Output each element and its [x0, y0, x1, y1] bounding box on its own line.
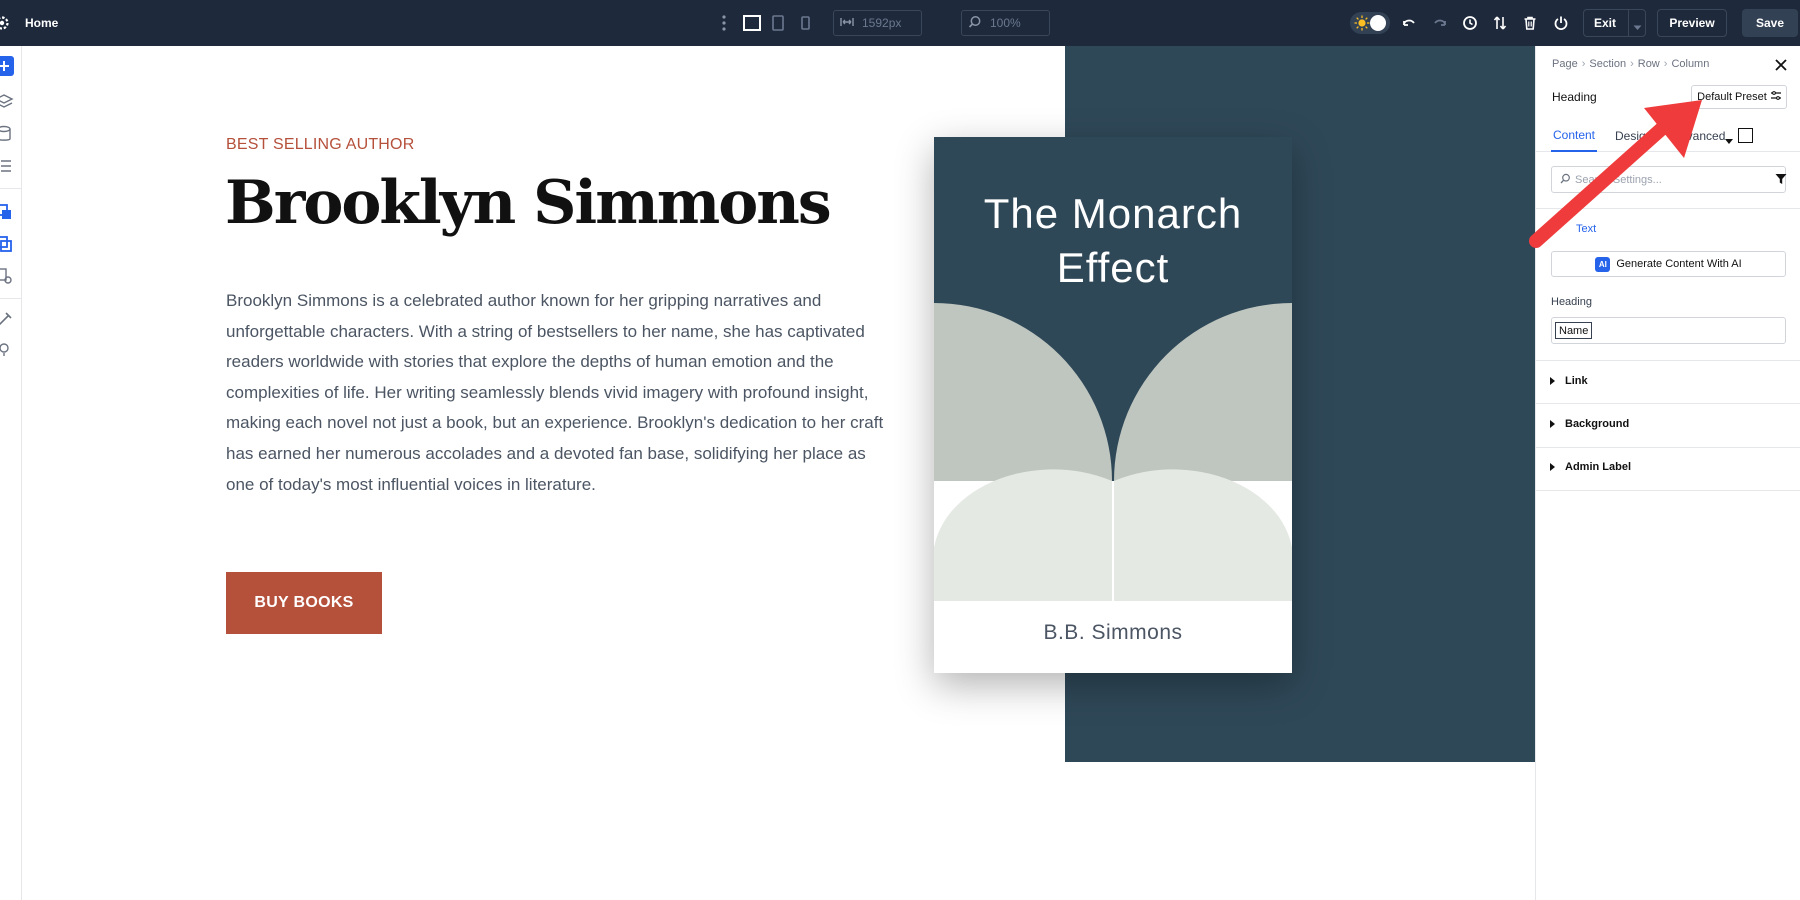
accordion-link[interactable]: Link: [1550, 371, 1588, 391]
book-title-line: The Monarch: [983, 190, 1243, 237]
accordion-label: Link: [1565, 375, 1588, 387]
sort-icon[interactable]: [1489, 12, 1511, 34]
tools-icon[interactable]: [0, 310, 14, 330]
exit-divider: [1628, 10, 1629, 36]
list-icon[interactable]: [0, 156, 14, 176]
copy-icon[interactable]: [0, 234, 14, 254]
page-canvas: BEST SELLING AUTHOR Brooklyn Simmons Bro…: [22, 46, 1535, 900]
divider: [1536, 360, 1800, 361]
tab-advanced[interactable]: Advanced: [1672, 120, 1725, 152]
preset-selector[interactable]: Default Preset: [1691, 85, 1787, 109]
toggle-knob: [1370, 15, 1386, 31]
author-heading[interactable]: Brooklyn Simmons: [225, 168, 832, 238]
undo-icon[interactable]: [1398, 12, 1420, 34]
caret-right-icon: [1550, 377, 1555, 385]
save-button[interactable]: Save: [1742, 9, 1798, 37]
chevron-right-icon: ›: [1630, 58, 1634, 70]
search-placeholder: Search Settings...: [1575, 173, 1662, 186]
divider: [1536, 208, 1800, 209]
breadcrumb-item[interactable]: Section: [1589, 58, 1626, 70]
filter-icon[interactable]: [1774, 172, 1788, 186]
panel-title: Heading: [1552, 90, 1597, 104]
panel-tabs: Content Design Advanced: [1536, 120, 1800, 152]
settings-panel: Page › Section › Row › Column Heading De…: [1535, 46, 1800, 900]
divider: [1536, 403, 1800, 404]
modules-icon[interactable]: [0, 202, 14, 222]
width-icon: [840, 16, 854, 31]
sun-icon: [1354, 15, 1370, 31]
preset-label: Default Preset: [1697, 91, 1767, 103]
trash-icon[interactable]: [1519, 12, 1541, 34]
exit-button[interactable]: Exit: [1583, 9, 1646, 37]
settings-search[interactable]: Search Settings...: [1551, 166, 1788, 193]
desktop-icon[interactable]: [742, 13, 762, 33]
buy-books-button[interactable]: BUY BOOKS: [226, 572, 382, 634]
book-author: B.B. Simmons: [1043, 621, 1183, 644]
eyebrow-text: BEST SELLING AUTHOR: [226, 136, 415, 153]
canvas-width-field[interactable]: 1592px: [833, 10, 922, 36]
breadcrumb-item[interactable]: Column: [1671, 58, 1709, 70]
theme-toggle[interactable]: [1350, 12, 1390, 34]
search-page-icon[interactable]: [0, 266, 14, 286]
zoom-icon: [968, 15, 982, 32]
breadcrumb-item[interactable]: Row: [1638, 58, 1660, 70]
tab-design[interactable]: Design: [1615, 120, 1652, 152]
tablet-icon[interactable]: [768, 13, 788, 33]
exit-label: Exit: [1594, 16, 1617, 30]
divider: [1536, 447, 1800, 448]
phone-icon[interactable]: [795, 13, 815, 33]
history-icon[interactable]: [1459, 12, 1481, 34]
plus-icon[interactable]: [0, 56, 14, 76]
preset-settings-icon: [1770, 91, 1781, 103]
chevron-down-icon[interactable]: [1633, 20, 1642, 34]
database-icon[interactable]: [0, 124, 14, 144]
box-icon[interactable]: [1738, 128, 1753, 143]
width-value: 1592px: [862, 16, 902, 30]
sidebar-divider: [0, 188, 21, 189]
author-bio: Brooklyn Simmons is a celebrated author …: [226, 291, 884, 494]
book-cover: The Monarch Effect B.B. Simmons: [934, 137, 1292, 673]
chevron-right-icon: ›: [1663, 58, 1668, 70]
left-sidebar: [0, 46, 22, 900]
search-icon: [1560, 173, 1571, 187]
sidebar-divider: [0, 298, 21, 299]
page-label[interactable]: Home: [25, 0, 58, 46]
zoom-field[interactable]: 100%: [961, 10, 1050, 36]
help-icon[interactable]: [0, 340, 14, 360]
power-icon[interactable]: [1550, 12, 1572, 34]
caret-down-icon[interactable]: [1725, 132, 1733, 150]
layers-icon[interactable]: [0, 92, 14, 112]
ai-icon: AI: [1595, 256, 1611, 272]
accordion-label: Admin Label: [1565, 461, 1632, 473]
dynamic-content-chip[interactable]: Name: [1555, 322, 1593, 339]
generate-ai-label: Generate Content With AI: [1616, 258, 1742, 270]
builder-app: Home 1592px 100% Exit Preview Save BEST …: [0, 0, 1800, 900]
generate-ai-button[interactable]: AI Generate Content With AI: [1551, 251, 1786, 277]
redo-icon[interactable]: [1429, 12, 1451, 34]
book-title-line: Effect: [1056, 244, 1170, 291]
divider: [1536, 490, 1800, 491]
heading-field-label: Heading: [1551, 296, 1592, 308]
accordion-admin-label[interactable]: Admin Label: [1550, 457, 1631, 477]
breadcrumb-item[interactable]: Page: [1552, 58, 1578, 70]
close-icon[interactable]: [1772, 56, 1790, 74]
top-toolbar: Home 1592px 100% Exit Preview Save: [0, 0, 1800, 46]
accordion-background[interactable]: Background: [1550, 414, 1629, 434]
section-text-label[interactable]: Text: [1576, 223, 1596, 235]
breadcrumb: Page › Section › Row › Column: [1552, 58, 1709, 70]
caret-right-icon: [1550, 420, 1555, 428]
caret-right-icon: [1550, 463, 1555, 471]
preview-button[interactable]: Preview: [1657, 9, 1727, 37]
accordion-label: Background: [1565, 418, 1630, 430]
tab-content[interactable]: Content: [1551, 120, 1597, 152]
gear-icon[interactable]: [0, 13, 12, 33]
book-title: The Monarch Effect: [934, 187, 1292, 295]
chevron-right-icon: ›: [1581, 58, 1586, 70]
heading-input[interactable]: Name: [1551, 317, 1786, 344]
more-vertical-icon[interactable]: [719, 13, 729, 33]
zoom-value: 100%: [990, 16, 1021, 30]
